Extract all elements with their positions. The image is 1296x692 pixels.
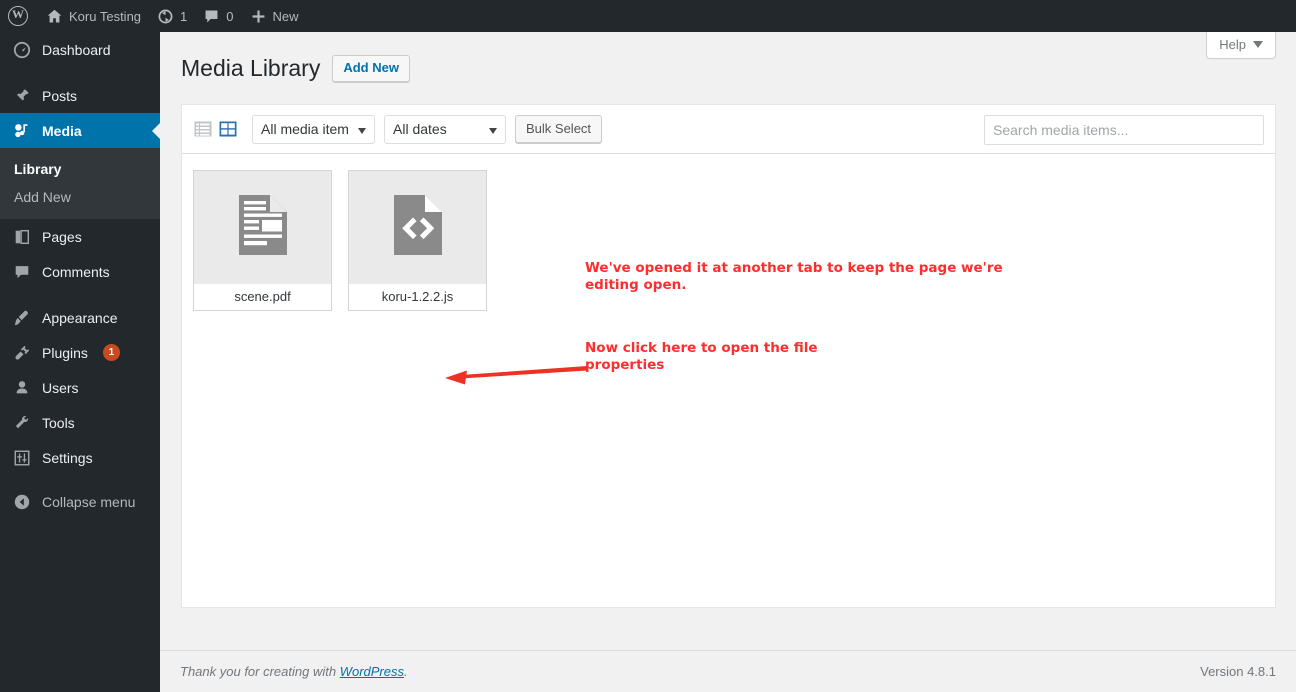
- updates-count: 1: [180, 8, 188, 24]
- sidebar-label-settings: Settings: [42, 449, 93, 466]
- media-type-filter[interactable]: All media items: [252, 114, 375, 144]
- sidebar-label-posts: Posts: [42, 87, 78, 104]
- sidebar-item-add-new-media[interactable]: Add New: [0, 183, 160, 211]
- annotation-text-tab: We've opened it at another tab to keep t…: [585, 260, 1003, 293]
- page-header: Media Library Add New: [160, 32, 1296, 83]
- footer-version: Version 4.8.1: [1200, 664, 1276, 679]
- date-filter[interactable]: All dates: [384, 114, 506, 144]
- add-new-button[interactable]: Add New: [332, 55, 410, 82]
- main-content: Help Media Library Add New All media ite…: [160, 32, 1296, 692]
- plus-icon: [250, 8, 267, 25]
- page-title: Media Library: [181, 55, 321, 81]
- document-file-icon: [238, 195, 287, 260]
- sidebar-item-tools[interactable]: Tools: [0, 405, 160, 440]
- updates-menu[interactable]: 1: [149, 0, 195, 32]
- plugins-update-badge: 1: [102, 344, 120, 361]
- sidebar-label-comments: Comments: [42, 263, 110, 280]
- sidebar-item-comments[interactable]: Comments: [0, 254, 160, 289]
- attachment-item[interactable]: koru-1.2.2.js: [348, 170, 487, 311]
- sidebar-item-settings[interactable]: Settings: [0, 440, 160, 475]
- dashboard-icon: [12, 41, 32, 59]
- list-view-icon[interactable]: [193, 119, 213, 139]
- footer-thanks-prefix: Thank you for creating with: [180, 664, 340, 679]
- bulk-select-button[interactable]: Bulk Select: [515, 115, 603, 143]
- attachment-item[interactable]: scene.pdf: [193, 170, 332, 311]
- media-toolbar: All media items All dates Bulk Select: [182, 105, 1275, 154]
- wordpress-logo-icon: [8, 5, 28, 26]
- media-frame: All media items All dates Bulk Select Se…: [181, 104, 1276, 608]
- attachment-preview: [349, 171, 486, 284]
- collapse-menu-button[interactable]: Collapse menu: [0, 485, 160, 519]
- footer-thanks-suffix: .: [404, 664, 408, 679]
- home-icon: [46, 8, 63, 25]
- help-tab-label: Help: [1219, 37, 1246, 52]
- wrench-icon: [12, 414, 32, 432]
- new-content-menu[interactable]: New: [242, 0, 307, 32]
- attachment-filename: scene.pdf: [194, 284, 331, 310]
- comments-count: 0: [226, 8, 234, 24]
- site-name-label: Koru Testing: [69, 8, 142, 24]
- collapse-menu-label: Collapse menu: [42, 494, 136, 510]
- media-icon: [12, 122, 32, 140]
- comments-menu[interactable]: 0: [195, 0, 241, 32]
- pointer-arrow: [445, 366, 587, 385]
- date-filter-wrap: All dates: [384, 114, 515, 144]
- sidebar-label-tools: Tools: [42, 414, 75, 431]
- sidebar-item-media[interactable]: Media: [0, 113, 160, 148]
- sidebar-item-dashboard[interactable]: Dashboard: [0, 32, 160, 67]
- grid-view-icon[interactable]: [218, 119, 238, 139]
- view-switch: [193, 119, 238, 139]
- admin-bar: Koru Testing 1 0 New: [0, 0, 1296, 32]
- new-content-label: New: [272, 8, 299, 24]
- chevron-down-icon: [1253, 41, 1263, 48]
- sidebar-label-users: Users: [42, 379, 79, 396]
- annotation-text-click: Now click here to open the file properti…: [585, 340, 818, 373]
- brush-icon: [12, 309, 32, 327]
- sidebar-label-media: Media: [42, 122, 82, 139]
- admin-sidebar: Dashboard Posts Media Library Add New Pa…: [0, 32, 160, 692]
- attachment-filename: koru-1.2.2.js: [349, 284, 486, 310]
- pin-icon: [12, 87, 32, 105]
- comment-icon: [12, 263, 32, 281]
- search-input[interactable]: [984, 115, 1264, 145]
- sidebar-label-pages: Pages: [42, 228, 82, 245]
- site-name-menu[interactable]: Koru Testing: [38, 0, 149, 32]
- sidebar-item-plugins[interactable]: Plugins 1: [0, 335, 160, 370]
- footer-thanks: Thank you for creating with WordPress.: [180, 664, 408, 679]
- attachment-preview: [194, 171, 331, 284]
- sidebar-item-posts[interactable]: Posts: [0, 78, 160, 113]
- help-tab-button[interactable]: Help: [1206, 32, 1276, 59]
- media-type-filter-wrap: All media items: [252, 114, 384, 144]
- updates-icon: [157, 8, 174, 25]
- user-icon: [12, 379, 32, 397]
- code-file-icon: [393, 195, 442, 260]
- sidebar-label-appearance: Appearance: [42, 309, 118, 326]
- sidebar-item-appearance[interactable]: Appearance: [0, 300, 160, 335]
- comment-bubble-icon: [203, 8, 220, 25]
- wordpress-link[interactable]: WordPress: [340, 664, 404, 679]
- sidebar-label-plugins: Plugins: [42, 344, 88, 361]
- sidebar-item-users[interactable]: Users: [0, 370, 160, 405]
- wordpress-logo-menu[interactable]: [0, 0, 38, 32]
- page-icon: [12, 228, 32, 246]
- sidebar-item-library[interactable]: Library: [0, 155, 160, 183]
- plugin-icon: [12, 344, 32, 362]
- sidebar-item-pages[interactable]: Pages: [0, 219, 160, 254]
- help-tab-wrap: Help: [1206, 32, 1276, 59]
- media-submenu: Library Add New: [0, 148, 160, 219]
- admin-footer: Thank you for creating with WordPress. V…: [160, 650, 1296, 692]
- collapse-arrow-icon: [12, 493, 32, 511]
- sidebar-label-dashboard: Dashboard: [42, 41, 111, 58]
- sliders-icon: [12, 449, 32, 467]
